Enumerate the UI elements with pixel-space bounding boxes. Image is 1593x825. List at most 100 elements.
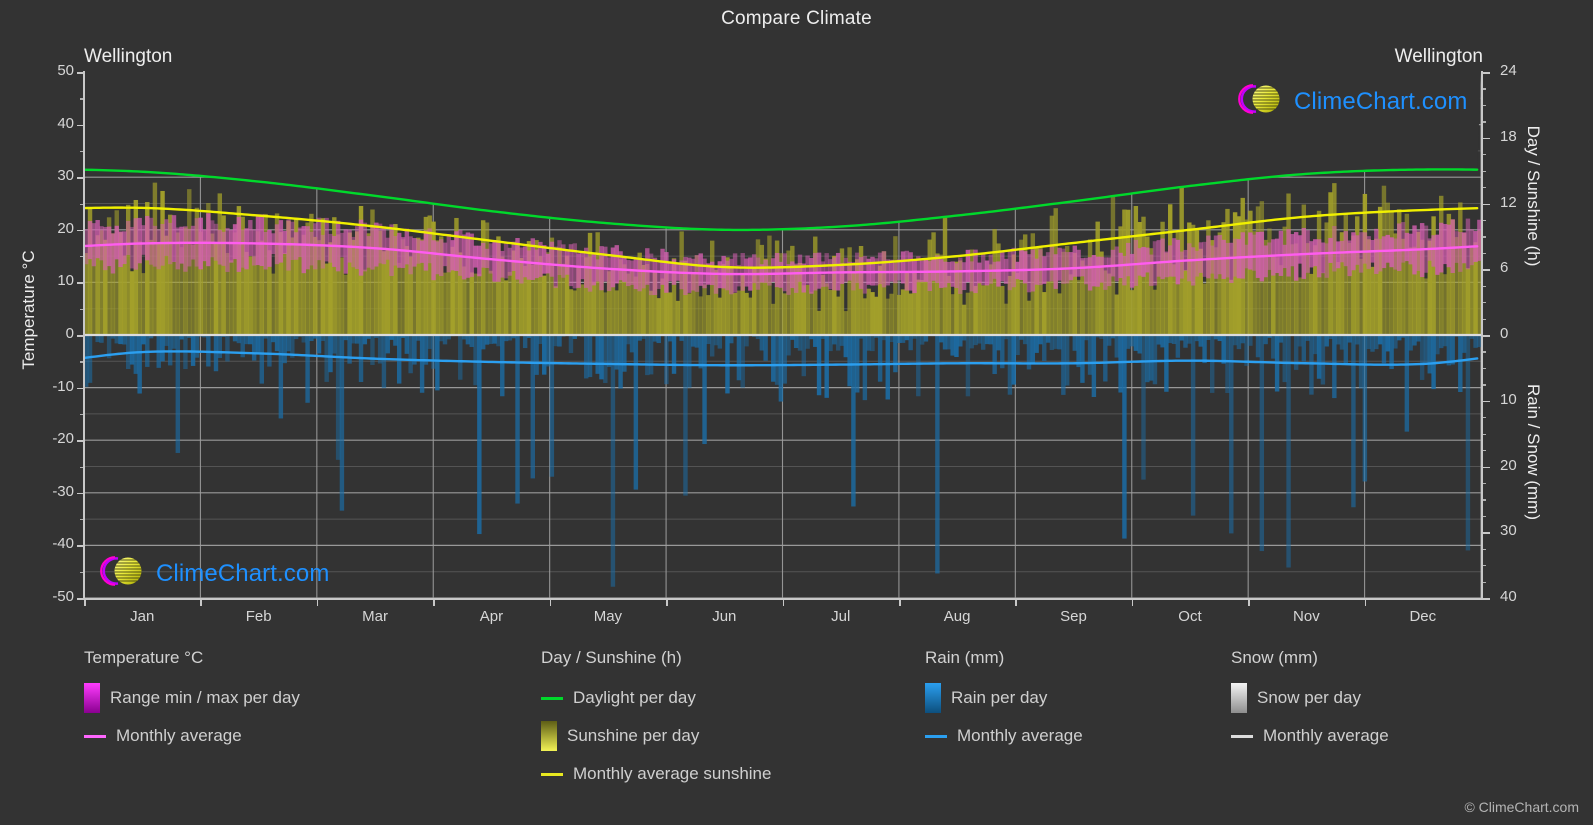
legend-group-title: Snow (mm) <box>1231 648 1318 667</box>
y-axis-right-day-tickmark <box>1481 269 1490 271</box>
x-axis-tickmark <box>316 598 319 606</box>
x-axis-tickmark <box>433 598 435 606</box>
y-axis-left-title: Temperature °C <box>19 250 38 370</box>
y-axis-left-minor-tickmark <box>80 98 85 100</box>
y-axis-left-minor-tickmark <box>80 466 85 468</box>
legend-item[interactable]: Snow per day <box>1231 679 1389 717</box>
legend-item[interactable]: Daylight per day <box>541 679 771 717</box>
y-axis-right-day-minor-tickmark <box>1481 88 1486 90</box>
legend-swatch-line <box>541 772 563 776</box>
x-axis-tickmark <box>1248 598 1250 606</box>
x-axis-tickmark <box>549 598 552 606</box>
y-axis-left-minor-tickmark <box>80 308 85 311</box>
y-axis-right-day-minor-tickmark <box>1481 154 1486 156</box>
legend-item[interactable]: Range min / max per day <box>84 679 300 717</box>
y-axis-right-day-minor-tickmark <box>1481 219 1486 222</box>
x-axis-tick-jun: Jun <box>712 608 737 625</box>
y-axis-left-minor-tickmark <box>80 203 85 205</box>
y-axis-right-rain-minor-tickmark <box>1481 450 1486 452</box>
y-axis-right-top-title: Day / Sunshine (h) <box>1524 125 1543 267</box>
y-axis-left-tickmark <box>77 335 85 337</box>
legend-item-label: Range min / max per day <box>110 688 300 707</box>
x-axis-tick-may: May <box>593 608 623 625</box>
legend-swatch-box <box>84 683 100 713</box>
y-axis-right-rain-minor-tickmark <box>1481 499 1486 501</box>
legend-item[interactable]: Rain per day <box>925 679 1083 717</box>
legend-swatch-box <box>1231 683 1247 713</box>
y-axis-left-tickmark <box>77 124 85 127</box>
x-axis-tickmark <box>666 598 668 606</box>
legend-swatch-line <box>84 734 106 738</box>
y-axis-left-tickmark <box>77 492 85 495</box>
legend-group-title: Rain (mm) <box>925 648 1005 667</box>
x-axis-tick-mar: Mar <box>362 608 388 625</box>
station-name-right: Wellington <box>1394 46 1483 67</box>
y-axis-right-rain-minor-tickmark <box>1481 565 1486 567</box>
y-axis-left-tick: 30 <box>57 167 74 185</box>
y-axis-left-minor-tickmark <box>80 571 85 574</box>
y-axis-right-bottom-title: Rain / Snow (mm) <box>1524 383 1543 521</box>
legend-group-title: Day / Sunshine (h) <box>541 648 682 667</box>
y-axis-right-rain-minor-tickmark <box>1481 384 1486 386</box>
climate-chart-page: Compare Climate Wellington Wellington 50… <box>0 0 1593 825</box>
y-axis-left-minor-tickmark <box>80 150 85 153</box>
climate-plot-svg <box>84 72 1481 598</box>
legend-group-rain-mm: Rain (mm) Rain per day Monthly average <box>925 648 1083 755</box>
legend-item[interactable]: Sunshine per day <box>541 717 771 755</box>
x-axis-tickmark <box>1015 598 1017 606</box>
page-title: Compare Climate <box>721 8 872 29</box>
copyright-label: © ClimeChart.com <box>1464 799 1579 815</box>
y-axis-left-minor-tickmark <box>80 519 85 521</box>
legend-item[interactable]: Monthly average <box>84 717 300 755</box>
y-axis-right-day-minor-tickmark <box>1481 104 1486 107</box>
y-axis-left-tickmark <box>77 177 85 179</box>
x-axis-tick-dec: Dec <box>1409 608 1437 625</box>
legend-item-label: Monthly average <box>1263 726 1389 745</box>
y-axis-right-day-minor-tickmark <box>1481 170 1486 172</box>
y-axis-right-day-tickmark <box>1481 137 1490 140</box>
x-axis-tick-sep: Sep <box>1060 608 1087 625</box>
y-axis-right-rain-tickmark <box>1481 532 1490 534</box>
y-axis-right-day-tick: 0 <box>1500 325 1509 342</box>
legend-group-snow-mm: Snow (mm) Snow per day Monthly average <box>1231 648 1389 755</box>
y-axis-right-rain-minor-tickmark <box>1481 417 1486 419</box>
y-axis-right-day-minor-tickmark <box>1481 318 1486 320</box>
x-axis-tick-jan: Jan <box>130 608 155 625</box>
x-axis-tick-nov: Nov <box>1293 608 1320 625</box>
x-axis-tickmark <box>1364 598 1367 606</box>
y-axis-left-tickmark <box>77 545 85 547</box>
legend-group-day-sunshine-h: Day / Sunshine (h) Daylight per day Sunshi… <box>541 648 771 793</box>
y-axis-right-rain-tickmark <box>1481 598 1490 600</box>
legend-item[interactable]: Monthly average sunshine <box>541 755 771 793</box>
y-axis-right-day-tickmark <box>1481 72 1490 74</box>
y-axis-left-minor-tickmark <box>80 256 85 258</box>
y-axis-right-rain-minor-tickmark <box>1481 367 1486 370</box>
y-axis-right-day-minor-tickmark <box>1481 252 1486 255</box>
plot-area <box>84 72 1481 598</box>
legend-swatch-box <box>925 683 941 713</box>
legend-item-label: Daylight per day <box>573 688 696 707</box>
x-axis-tick-aug: Aug <box>943 608 971 625</box>
y-axis-left-tick: -50 <box>52 588 74 605</box>
y-axis-right-rain-minor-tickmark <box>1481 433 1486 435</box>
y-axis-right-rain-minor-tickmark <box>1481 482 1486 485</box>
y-axis-right-rain-minor-tickmark <box>1481 581 1486 583</box>
y-axis-left-tickmark <box>77 387 85 390</box>
legend-item[interactable]: Monthly average <box>1231 717 1389 755</box>
y-axis-right-day-minor-tickmark <box>1481 236 1486 238</box>
y-axis-left-tickmark <box>77 440 85 442</box>
legend-item-label: Snow per day <box>1257 688 1361 707</box>
x-axis-tickmark <box>200 598 202 606</box>
y-axis-left-tick: 50 <box>57 62 74 79</box>
legend-item-label: Rain per day <box>951 688 1048 707</box>
x-axis-tick-feb: Feb <box>245 608 272 625</box>
x-axis-tickmark <box>84 598 86 606</box>
y-axis-right-rain-minor-tickmark <box>1481 515 1486 518</box>
y-axis-left-tickmark <box>77 72 85 74</box>
x-axis-tickmark <box>1131 598 1134 606</box>
x-axis-tick-jul: Jul <box>831 608 851 625</box>
y-axis-left-tickmark <box>77 229 85 232</box>
legend-item[interactable]: Monthly average <box>925 717 1083 755</box>
y-axis-left-tick: 40 <box>57 114 74 132</box>
chart-legend: © ClimeChart.com Temperature °C Range min… <box>0 648 1593 825</box>
